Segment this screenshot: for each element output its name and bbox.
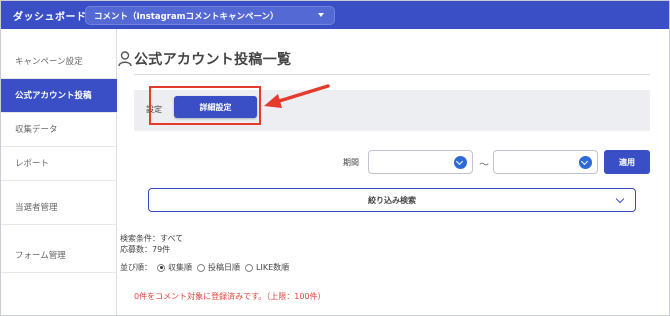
sort-radio-like-count[interactable] [245,263,253,272]
caret-down-icon [318,13,324,17]
filter-search-label: 絞り込み検索 [368,196,416,205]
chevron-down-icon [579,156,592,169]
dashboard-link[interactable]: ダッシュボード [13,8,87,23]
period-end-select[interactable] [493,150,598,174]
sidebar-item-report[interactable]: レポート [1,147,117,181]
sort-option-like-count[interactable]: LIKE数順 [256,262,289,273]
registration-notice: 0件をコメント対象に登録済みです。（上限：100件） [134,292,326,301]
user-icon [118,51,132,67]
top-bar: ダッシュボード コメント（Instagramコメントキャンペーン） [1,1,669,29]
title-divider [134,74,650,75]
sidebar-item-collected-data[interactable]: 収集データ [1,113,117,147]
period-start-select[interactable] [368,150,473,174]
sort-option-collected[interactable]: 収集順 [168,262,192,273]
chevron-down-icon [454,156,467,169]
highlight-box [149,86,261,125]
period-separator: 〜 [479,160,489,171]
entry-count: 応募数：79件 [120,245,171,254]
campaign-select-label: コメント（Instagramコメントキャンペーン） [94,12,279,22]
campaign-select[interactable]: コメント（Instagramコメントキャンペーン） [85,6,335,25]
sort-radio-collected[interactable] [157,263,165,272]
sidebar-item-form-management[interactable]: フォーム管理 [1,239,117,273]
page-title: 公式アカウント投稿一覧 [134,52,292,68]
sort-option-post-date[interactable]: 投稿日順 [208,262,240,273]
filter-search-toggle[interactable]: 絞り込み検索 [148,188,636,212]
search-condition: 検索条件：すべて [120,234,184,243]
sidebar-item-campaign-settings[interactable]: キャンペーン設定 [1,45,117,79]
sidebar-item-winner-management[interactable]: 当選者管理 [1,191,117,225]
sidebar-item-official-posts[interactable]: 公式アカウント投稿 [1,79,117,113]
sidebar: キャンペーン設定 公式アカウント投稿 収集データ レポート 当選者管理 フォーム… [1,29,117,315]
arrow-annotation-icon [264,84,330,108]
period-label: 期間 [343,158,359,167]
sort-label: 並び順： [120,263,152,272]
sort-options: 並び順： 収集順 投稿日順 LIKE数順 [120,262,289,273]
apply-button[interactable]: 適用 [604,150,650,174]
main-content: 公式アカウント投稿一覧 設定 詳細設定 期間 〜 適用 絞り込み検索 検索条件：… [118,29,669,315]
sort-radio-post-date[interactable] [197,263,205,272]
